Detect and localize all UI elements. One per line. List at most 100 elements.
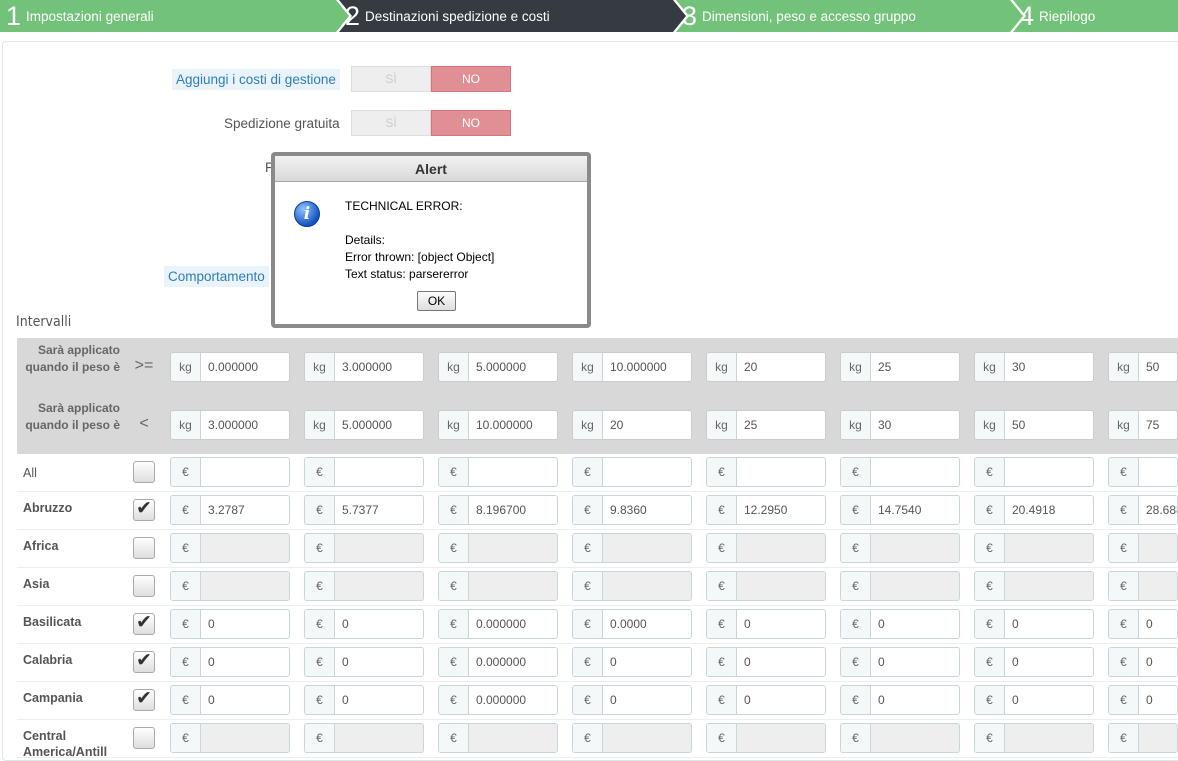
range-from-input[interactable]: kg 25	[840, 352, 960, 382]
weight-input[interactable]: 3.000000	[201, 411, 289, 439]
weight-input[interactable]: 30	[1005, 353, 1093, 381]
price-input[interactable]: 20.4918	[1005, 496, 1093, 524]
zone-price-field[interactable]: €9.8360	[572, 495, 692, 525]
zone-price-field[interactable]: €	[438, 457, 558, 487]
price-input[interactable]	[1005, 572, 1093, 600]
range-to-input[interactable]: kg 10.000000	[438, 410, 558, 440]
price-input[interactable]	[603, 572, 691, 600]
price-input[interactable]	[469, 572, 557, 600]
price-input[interactable]: 28.688	[1139, 496, 1177, 524]
zone-price-field[interactable]: €0.000000	[438, 609, 558, 639]
price-input[interactable]	[737, 534, 825, 562]
zone-price-field[interactable]: €0	[840, 609, 960, 639]
weight-input[interactable]: 75	[1139, 411, 1177, 439]
weight-input[interactable]: 3.000000	[335, 353, 423, 381]
weight-input[interactable]: 30	[871, 411, 959, 439]
zone-price-field[interactable]: €0	[974, 609, 1094, 639]
zone-price-field[interactable]: €0	[840, 647, 960, 677]
zone-price-field[interactable]: €	[572, 457, 692, 487]
weight-input[interactable]: 0.000000	[201, 353, 289, 381]
zone-price-field[interactable]: €0	[706, 685, 826, 715]
price-input[interactable]: 0	[737, 610, 825, 638]
zone-price-field[interactable]: €	[170, 571, 290, 601]
zone-price-field[interactable]: €0	[572, 685, 692, 715]
zone-price-field[interactable]: €0	[840, 685, 960, 715]
price-input[interactable]: 0	[871, 648, 959, 676]
free-no-option[interactable]: NO	[431, 110, 511, 136]
weight-input[interactable]: 25	[737, 411, 825, 439]
weight-input[interactable]: 5.000000	[469, 353, 557, 381]
zone-price-field[interactable]: €0	[1108, 647, 1178, 677]
zone-price-field[interactable]: €	[304, 533, 424, 563]
range-from-input[interactable]: kg 30	[974, 352, 1094, 382]
zone-price-field[interactable]: €14.7540	[840, 495, 960, 525]
price-input[interactable]: 0	[1139, 686, 1177, 714]
price-input[interactable]	[469, 534, 557, 562]
range-to-input[interactable]: kg 50	[974, 410, 1094, 440]
zone-checkbox[interactable]	[133, 461, 155, 483]
price-input[interactable]: 8.196700	[469, 496, 557, 524]
price-input[interactable]	[1005, 534, 1093, 562]
zone-price-field[interactable]: €0	[1108, 609, 1178, 639]
zone-price-field[interactable]: €	[706, 571, 826, 601]
zone-price-field[interactable]: €	[438, 723, 558, 753]
zone-price-field[interactable]: €8.196700	[438, 495, 558, 525]
zone-price-field[interactable]: €	[304, 723, 424, 753]
price-input[interactable]: 3.2787	[201, 496, 289, 524]
price-input[interactable]	[737, 572, 825, 600]
price-input[interactable]: 5.7377	[335, 496, 423, 524]
price-input[interactable]: 0	[201, 610, 289, 638]
zone-price-field[interactable]: €0.0000	[572, 609, 692, 639]
free-shipping-switch[interactable]: SÌ NO	[351, 110, 511, 136]
price-input[interactable]: 0	[871, 686, 959, 714]
free-yes-option[interactable]: SÌ	[351, 110, 431, 136]
zone-price-field[interactable]: €0	[572, 647, 692, 677]
price-input[interactable]	[1139, 534, 1177, 562]
price-input[interactable]	[603, 458, 691, 486]
zone-price-field[interactable]: €	[840, 723, 960, 753]
price-input[interactable]: 0	[335, 686, 423, 714]
price-input[interactable]	[469, 458, 557, 486]
range-to-input[interactable]: kg 75	[1108, 410, 1178, 440]
zone-price-field[interactable]: €0	[706, 609, 826, 639]
range-to-input[interactable]: kg 25	[706, 410, 826, 440]
zone-price-field[interactable]: €0	[170, 647, 290, 677]
price-input[interactable]: 0	[335, 610, 423, 638]
price-input[interactable]: 0	[1005, 648, 1093, 676]
price-input[interactable]: 0	[737, 686, 825, 714]
wizard-step-1[interactable]: 1 Impostazioni generali	[0, 0, 352, 32]
price-input[interactable]: 0	[1139, 648, 1177, 676]
zone-price-field[interactable]: €0	[706, 647, 826, 677]
weight-input[interactable]: 5.000000	[335, 411, 423, 439]
zone-price-field[interactable]: €	[1108, 723, 1178, 753]
zone-price-field[interactable]: €	[1108, 571, 1178, 601]
zone-price-field[interactable]: €	[840, 533, 960, 563]
alert-ok-button[interactable]: OK	[417, 291, 456, 311]
weight-input[interactable]: 20	[737, 353, 825, 381]
price-input[interactable]: 0.000000	[469, 610, 557, 638]
zone-price-field[interactable]: €	[974, 533, 1094, 563]
wizard-step-2[interactable]: 2 Destinazioni spedizione e costi	[339, 0, 689, 32]
price-input[interactable]	[1139, 572, 1177, 600]
price-input[interactable]: 0	[603, 686, 691, 714]
weight-input[interactable]: 25	[871, 353, 959, 381]
price-input[interactable]: 0	[201, 686, 289, 714]
zone-price-field[interactable]: €	[840, 571, 960, 601]
zone-price-field[interactable]: €0	[304, 609, 424, 639]
range-from-input[interactable]: kg 50	[1108, 352, 1178, 382]
price-input[interactable]	[1139, 458, 1177, 486]
zone-price-field[interactable]: €	[304, 457, 424, 487]
zone-checkbox[interactable]	[133, 537, 155, 559]
price-input[interactable]: 9.8360	[603, 496, 691, 524]
price-input[interactable]: 0.000000	[469, 686, 557, 714]
weight-input[interactable]: 50	[1139, 353, 1177, 381]
price-input[interactable]: 0.0000	[603, 610, 691, 638]
zone-price-field[interactable]: €	[438, 571, 558, 601]
zone-price-field[interactable]: €	[974, 457, 1094, 487]
wizard-step-4[interactable]: 4 Riepilogo	[1013, 0, 1178, 32]
zone-checkbox[interactable]	[133, 575, 155, 597]
zone-price-field[interactable]: €0	[974, 685, 1094, 715]
zone-price-field[interactable]: €5.7377	[304, 495, 424, 525]
handling-costs-switch[interactable]: SÌ NO	[351, 66, 511, 92]
price-input[interactable]: 0	[737, 648, 825, 676]
